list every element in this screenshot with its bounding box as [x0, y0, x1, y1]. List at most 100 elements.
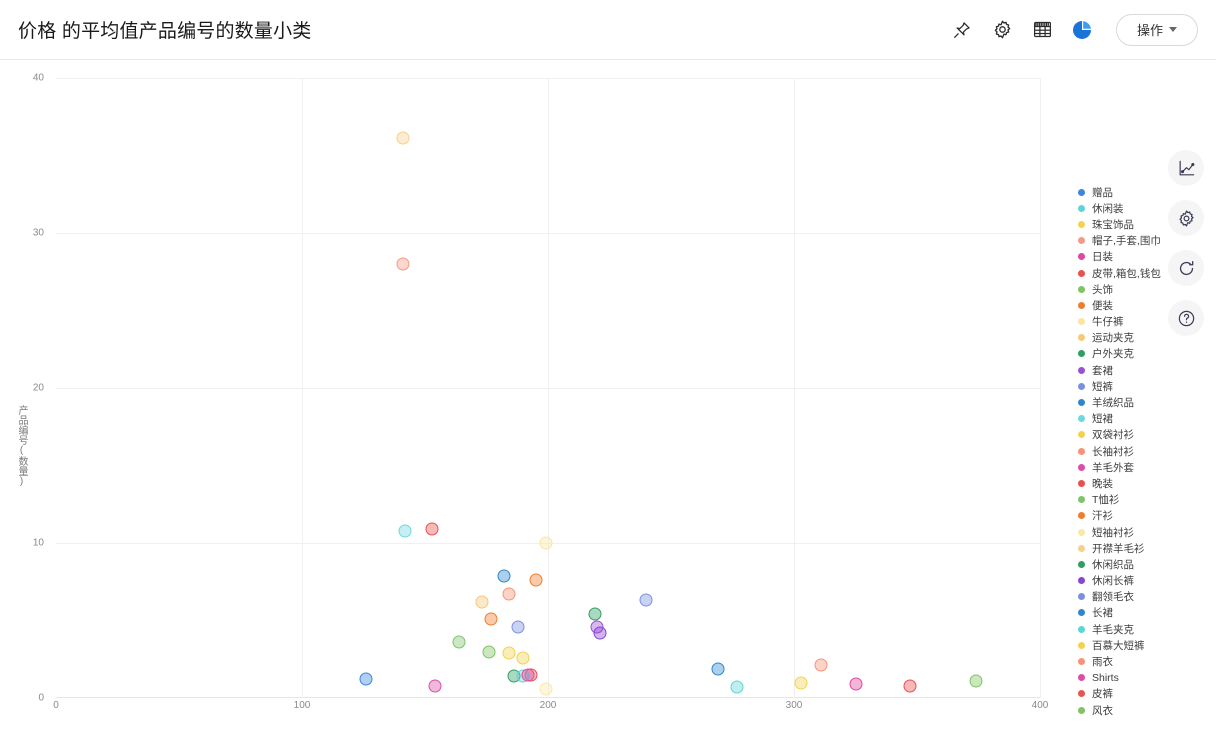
x-axis-tick: 100	[293, 700, 311, 711]
scatter-point[interactable]	[814, 658, 828, 672]
legend-item-label: 羊绒织品	[1092, 397, 1134, 410]
header-toolbar: 操作	[942, 10, 1198, 50]
scatter-point[interactable]	[794, 676, 808, 689]
scatter-point[interactable]	[396, 257, 410, 271]
legend-item[interactable]: 休闲长裤	[1078, 573, 1208, 589]
help-icon[interactable]	[1168, 300, 1204, 336]
legend-color-swatch	[1078, 220, 1085, 228]
legend-item[interactable]: 晚装	[1078, 475, 1208, 491]
scatter-point[interactable]	[452, 635, 466, 649]
legend-item-label: 长袖衬衫	[1092, 445, 1134, 458]
pin-icon[interactable]	[942, 10, 982, 50]
table-icon[interactable]	[1022, 10, 1062, 50]
scatter-point[interactable]	[396, 131, 410, 145]
scatter-point[interactable]	[516, 651, 530, 665]
scatter-point[interactable]	[593, 626, 607, 640]
page-header: 价格 的平均值产品编号的数量小类 操作	[0, 0, 1216, 60]
dashboard-page: 价格 的平均值产品编号的数量小类 操作 0 100 200 300 400 0 …	[0, 0, 1216, 741]
axis-chart-icon[interactable]	[1168, 150, 1204, 186]
legend-item[interactable]: 开襟羊毛衫	[1078, 540, 1208, 556]
legend-item-label: 休闲长裤	[1092, 575, 1134, 588]
legend-color-swatch	[1078, 269, 1085, 277]
legend-color-swatch	[1078, 625, 1085, 633]
scatter-point[interactable]	[497, 569, 511, 583]
legend-item[interactable]: 长裙	[1078, 605, 1208, 621]
legend-item[interactable]: 户外夹克	[1078, 346, 1208, 362]
legend-item[interactable]: 风衣	[1078, 702, 1208, 718]
scatter-point[interactable]	[428, 679, 442, 693]
scatter-point[interactable]	[511, 620, 525, 634]
gridline-horizontal	[56, 233, 1040, 234]
legend-item[interactable]: 汗衫	[1078, 508, 1208, 524]
scatter-point[interactable]	[969, 674, 983, 688]
legend-color-swatch	[1078, 674, 1085, 682]
scatter-point[interactable]	[484, 612, 498, 626]
legend-item-label: 开襟羊毛衫	[1092, 542, 1145, 555]
legend-item[interactable]: 羊毛夹克	[1078, 621, 1208, 637]
legend-item[interactable]: 套裙	[1078, 362, 1208, 378]
legend-color-swatch	[1078, 447, 1085, 455]
scatter-point[interactable]	[359, 672, 373, 686]
pie-chart-icon[interactable]	[1062, 10, 1102, 50]
gear-icon[interactable]	[982, 10, 1022, 50]
legend-color-swatch	[1078, 334, 1085, 342]
legend-color-swatch	[1078, 301, 1085, 309]
scatter-point[interactable]	[398, 524, 412, 538]
scatter-point[interactable]	[711, 662, 725, 676]
legend-item-label: 风衣	[1092, 704, 1113, 717]
legend-color-swatch	[1078, 318, 1085, 326]
legend-color-swatch	[1078, 690, 1085, 698]
legend-item[interactable]: 皮裤	[1078, 686, 1208, 702]
scatter-point[interactable]	[482, 645, 496, 658]
legend-item[interactable]: 短袖衬衫	[1078, 524, 1208, 540]
legend-item[interactable]: Shirts	[1078, 670, 1208, 686]
y-axis-label[interactable]: 产品编号(数量)	[14, 405, 29, 487]
legend-item-label: 日装	[1092, 251, 1113, 264]
legend-item-label: 长裙	[1092, 607, 1113, 620]
legend-item[interactable]: 百慕大短裤	[1078, 637, 1208, 653]
legend-item-label: 百慕大短裤	[1092, 639, 1145, 652]
scatter-point[interactable]	[529, 573, 543, 587]
legend-item-label: 雨衣	[1092, 656, 1113, 669]
legend-color-swatch	[1078, 382, 1085, 390]
scatter-point[interactable]	[849, 677, 862, 691]
scatter-plot[interactable]: 0 100 200 300 400 0 10 20 30 40	[33, 73, 1048, 712]
scatter-point[interactable]	[539, 682, 553, 696]
gear-icon[interactable]	[1168, 200, 1204, 236]
legend-item-label: 珠宝饰品	[1092, 218, 1134, 231]
legend-item[interactable]: 休闲织品	[1078, 556, 1208, 572]
scatter-point[interactable]	[425, 522, 439, 536]
refresh-icon[interactable]	[1168, 250, 1204, 286]
scatter-point[interactable]	[588, 607, 602, 621]
scatter-point[interactable]	[539, 536, 553, 550]
legend-item[interactable]: T恤衫	[1078, 492, 1208, 508]
action-button[interactable]: 操作	[1116, 13, 1198, 46]
scatter-point[interactable]	[475, 595, 489, 609]
legend-color-swatch	[1078, 577, 1085, 585]
legend-color-swatch	[1078, 188, 1085, 196]
scatter-point[interactable]	[639, 593, 653, 607]
scatter-point[interactable]	[502, 646, 516, 660]
chart-container: 0100200300400010203040 产品编号(数量) 价格(平均值) …	[0, 60, 1216, 741]
legend-color-swatch	[1078, 479, 1085, 487]
legend-item[interactable]: 翻领毛衣	[1078, 589, 1208, 605]
legend-color-swatch	[1078, 496, 1085, 504]
scatter-point[interactable]	[502, 587, 516, 601]
gridline-vertical	[1040, 78, 1041, 698]
chevron-down-icon	[1169, 27, 1177, 32]
legend-item[interactable]: 羊毛外套	[1078, 459, 1208, 475]
page-title: 价格 的平均值产品编号的数量小类	[18, 21, 312, 42]
legend-item-label: 运动夹克	[1092, 332, 1134, 345]
legend-item[interactable]: 短裙	[1078, 411, 1208, 427]
legend-item[interactable]: 羊绒织品	[1078, 394, 1208, 410]
legend-item[interactable]: 雨衣	[1078, 653, 1208, 669]
legend-item[interactable]: 短裤	[1078, 378, 1208, 394]
scatter-point[interactable]	[903, 679, 917, 693]
legend-item-label: 便装	[1092, 299, 1113, 312]
legend-item[interactable]: 双袋衬衫	[1078, 427, 1208, 443]
scatter-point[interactable]	[521, 668, 535, 682]
legend-color-swatch	[1078, 609, 1085, 617]
y-axis-label-text: 产品编号(数量)	[16, 405, 27, 487]
scatter-point[interactable]	[730, 680, 744, 694]
legend-item[interactable]: 长袖衬衫	[1078, 443, 1208, 459]
